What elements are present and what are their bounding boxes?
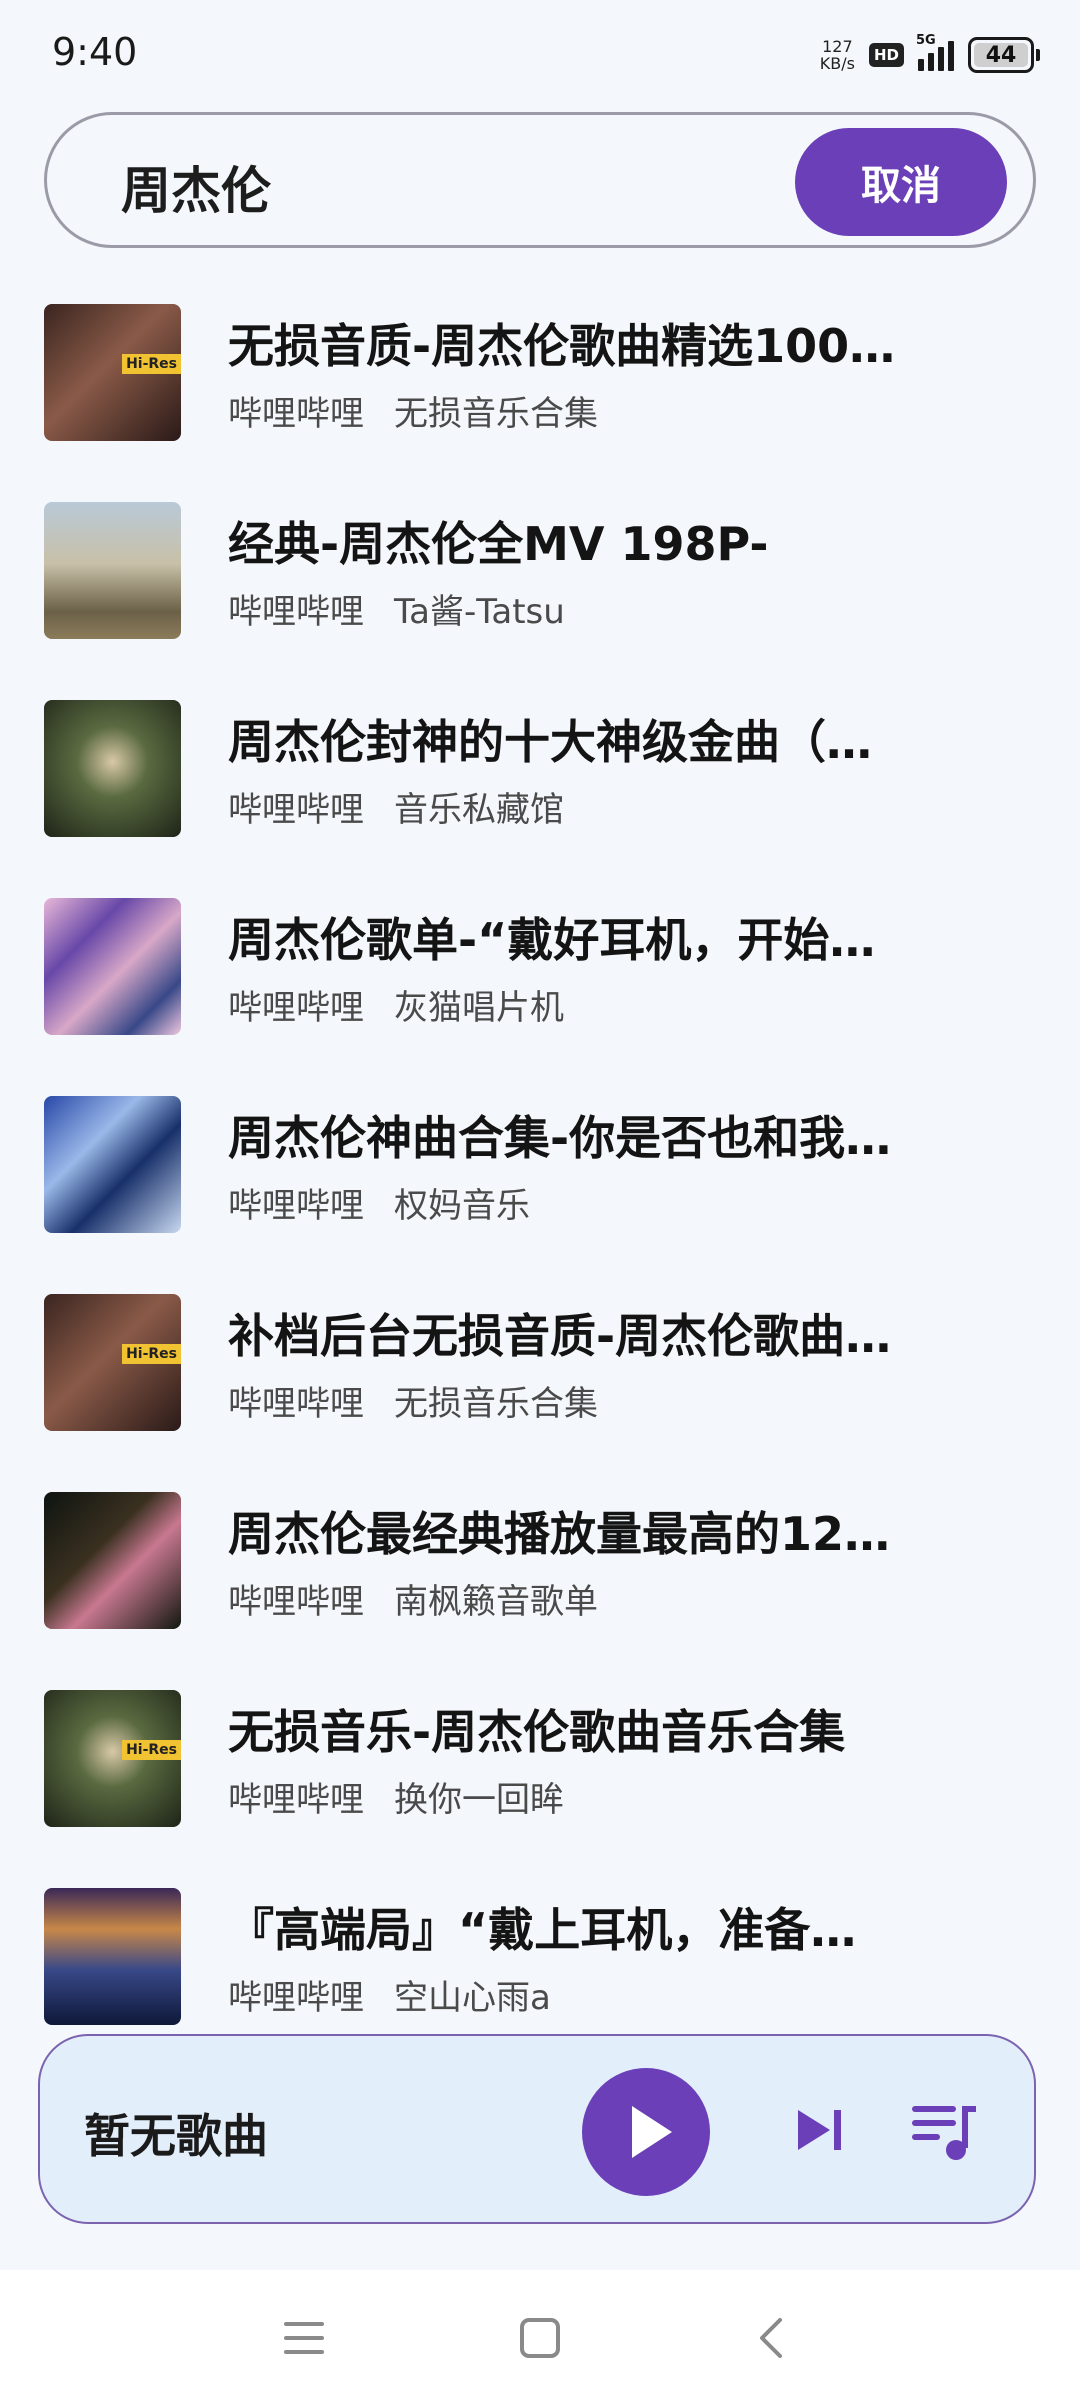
network-type: 5G (916, 33, 936, 48)
queue-music-icon (912, 2106, 976, 2160)
list-item[interactable]: Hi-Res 无损音乐-周杰伦歌曲音乐合集 哔哩哔哩 换你一回眸 (0, 1690, 1080, 1888)
playlist-meta: 哔哩哔哩 音乐私藏馆 (228, 782, 564, 831)
author-label: 无损音乐合集 (394, 1384, 598, 1424)
status-bar: 9:40 127 KB/s HD 5G 44 (0, 0, 1080, 100)
platform-label: 哔哩哔哩 (228, 1978, 364, 2018)
platform-label: 哔哩哔哩 (228, 1186, 364, 1226)
back-nav-button[interactable] (748, 2314, 796, 2362)
network-speed-unit: KB/s (819, 54, 855, 73)
home-square-icon (520, 2318, 560, 2358)
playlist-queue-button[interactable] (908, 2096, 978, 2166)
skip-next-icon (798, 2110, 841, 2150)
signal-icon: 5G (916, 33, 954, 71)
author-label: 权妈音乐 (394, 1186, 530, 1226)
list-item[interactable]: Hi-Res 补档后台无损音质-周杰伦歌曲… 哔哩哔哩 无损音乐合集 (0, 1294, 1080, 1492)
platform-label: 哔哩哔哩 (228, 1780, 364, 1820)
battery-level: 44 (974, 43, 1028, 68)
list-item[interactable]: Hi-Res 无损音质-周杰伦歌曲精选100… 哔哩哔哩 无损音乐合集 (0, 304, 1080, 502)
system-navigation-bar (0, 2270, 1080, 2400)
playlist-cover: Hi-Res (44, 304, 181, 441)
author-label: Ta酱-Tatsu (394, 592, 565, 632)
playlist-cover (44, 898, 181, 1035)
list-item[interactable]: 经典-周杰伦全MV 198P- 哔哩哔哩 Ta酱-Tatsu (0, 502, 1080, 700)
author-label: 空山心雨a (394, 1978, 551, 2018)
menu-icon (284, 2322, 324, 2354)
author-label: 音乐私藏馆 (394, 790, 564, 830)
playlist-cover (44, 1492, 181, 1629)
playlist-meta: 哔哩哔哩 换你一回眸 (228, 1772, 564, 1821)
search-input[interactable]: 周杰伦 (121, 151, 271, 223)
platform-label: 哔哩哔哩 (228, 1384, 364, 1424)
playlist-cover: Hi-Res (44, 1294, 181, 1431)
playlist-title: 周杰伦神曲合集-你是否也和我… (228, 1111, 892, 1165)
playlist-meta: 哔哩哔哩 南枫籁音歌单 (228, 1574, 598, 1623)
playlist-title: 无损音乐-周杰伦歌曲音乐合集 (228, 1705, 846, 1759)
status-icons: 127 KB/s HD 5G 44 (820, 33, 1040, 76)
list-item[interactable]: 周杰伦歌单-“戴好耳机，开始… 哔哩哔哩 灰猫唱片机 (0, 898, 1080, 1096)
playlist-meta: 哔哩哔哩 Ta酱-Tatsu (228, 584, 565, 633)
next-button[interactable] (788, 2098, 852, 2162)
cancel-button[interactable]: 取消 (795, 128, 1007, 236)
playlist-title: 补档后台无损音质-周杰伦歌曲… (228, 1309, 892, 1363)
hires-badge: Hi-Res (122, 1740, 181, 1760)
playlist-meta: 哔哩哔哩 无损音乐合集 (228, 1376, 598, 1425)
mini-player[interactable]: 暂无歌曲 (38, 2034, 1036, 2224)
playlist-title: 周杰伦歌单-“戴好耳机，开始… (228, 913, 876, 967)
playlist-title: 周杰伦封神的十大神级金曲（… (228, 715, 872, 769)
playlist-cover: Hi-Res (44, 1690, 181, 1827)
network-speed: 127 KB/s (820, 38, 855, 72)
platform-label: 哔哩哔哩 (228, 988, 364, 1028)
author-label: 换你一回眸 (394, 1780, 564, 1820)
search-results-list: Hi-Res 无损音质-周杰伦歌曲精选100… 哔哩哔哩 无损音乐合集 经典-周杰… (0, 304, 1080, 2086)
platform-label: 哔哩哔哩 (228, 592, 364, 632)
menu-nav-button[interactable] (280, 2314, 328, 2362)
search-bar[interactable]: 周杰伦 取消 (44, 112, 1036, 248)
playlist-cover (44, 700, 181, 837)
playlist-title: 无损音质-周杰伦歌曲精选100… (228, 319, 896, 373)
platform-label: 哔哩哔哩 (228, 394, 364, 434)
play-icon (632, 2106, 672, 2158)
battery-icon: 44 (968, 37, 1040, 73)
playlist-title: 『高端局』“戴上耳机，准备… (228, 1903, 857, 1957)
playlist-meta: 哔哩哔哩 灰猫唱片机 (228, 980, 564, 1029)
play-button[interactable] (582, 2068, 710, 2196)
home-nav-button[interactable] (516, 2314, 564, 2362)
status-time: 9:40 (52, 30, 138, 74)
playlist-cover (44, 502, 181, 639)
hd-badge: HD (868, 43, 904, 67)
list-item[interactable]: 周杰伦封神的十大神级金曲（… 哔哩哔哩 音乐私藏馆 (0, 700, 1080, 898)
platform-label: 哔哩哔哩 (228, 1582, 364, 1622)
author-label: 无损音乐合集 (394, 394, 598, 434)
platform-label: 哔哩哔哩 (228, 790, 364, 830)
playlist-title: 经典-周杰伦全MV 198P- (228, 517, 769, 571)
author-label: 南枫籁音歌单 (394, 1582, 598, 1622)
playlist-cover (44, 1888, 181, 2025)
playlist-meta: 哔哩哔哩 权妈音乐 (228, 1178, 530, 1227)
hires-badge: Hi-Res (122, 354, 181, 374)
list-item[interactable]: 周杰伦最经典播放量最高的12… 哔哩哔哩 南枫籁音歌单 (0, 1492, 1080, 1690)
back-icon (760, 2318, 782, 2358)
network-speed-value: 127 (822, 37, 853, 56)
author-label: 灰猫唱片机 (394, 988, 564, 1028)
playlist-meta: 哔哩哔哩 空山心雨a (228, 1970, 551, 2019)
playlist-cover (44, 1096, 181, 1233)
hires-badge: Hi-Res (122, 1344, 181, 1364)
now-playing-label: 暂无歌曲 (84, 2109, 268, 2163)
list-item[interactable]: 周杰伦神曲合集-你是否也和我… 哔哩哔哩 权妈音乐 (0, 1096, 1080, 1294)
playlist-title: 周杰伦最经典播放量最高的12… (228, 1507, 891, 1561)
playlist-meta: 哔哩哔哩 无损音乐合集 (228, 386, 598, 435)
